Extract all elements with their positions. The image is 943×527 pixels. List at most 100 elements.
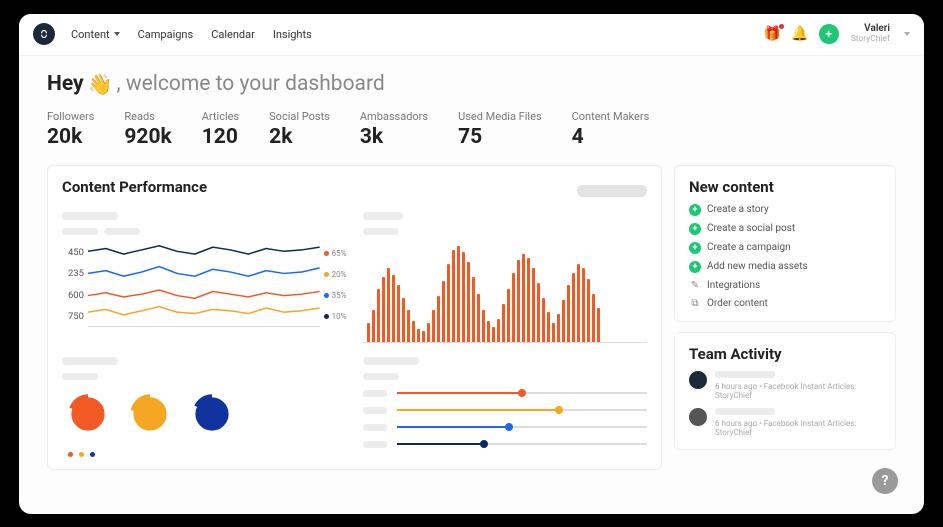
stat-label: Reads	[124, 110, 171, 123]
bar	[482, 310, 485, 341]
main-nav: Content Campaigns Calendar Insights	[71, 28, 312, 41]
legend-dot	[90, 452, 95, 457]
new-content-item[interactable]: ✎Integrations	[689, 280, 881, 291]
bar	[387, 268, 390, 341]
stat-value: 75	[458, 125, 542, 149]
filter-skeleton[interactable]	[577, 185, 647, 197]
stat-value: 920k	[124, 125, 171, 149]
donut	[62, 388, 114, 444]
bar	[372, 310, 375, 341]
wave-emoji: 👋	[88, 72, 113, 96]
stat-block: Content Makers4	[572, 110, 650, 149]
stats-row: Followers 20k Reads 920k Articles120 Social P…	[47, 110, 896, 149]
legend-item: 35%	[324, 291, 347, 300]
new-content-label: Integrations	[707, 280, 760, 291]
chevron-down-icon	[114, 32, 120, 36]
user-org: StoryChief	[851, 35, 890, 44]
bar	[547, 312, 550, 341]
notification-dot	[779, 24, 784, 29]
bar	[552, 323, 555, 342]
new-content-item[interactable]: + Create a campaign	[689, 242, 881, 254]
bar	[402, 298, 405, 342]
stat-value: 4	[572, 125, 650, 149]
bar	[397, 285, 400, 341]
bell-icon[interactable]: 🔔	[791, 26, 808, 42]
plus-icon: +	[689, 242, 701, 254]
nav-calendar[interactable]: Calendar	[211, 28, 255, 41]
activity-meta: 6 hours ago • Facebook Instant Articles:…	[715, 419, 881, 437]
y-tick: 235	[62, 268, 84, 279]
legend-item: 20%	[324, 270, 347, 279]
new-content-item[interactable]: +Add new media assets	[689, 261, 881, 273]
nav-insights[interactable]: Insights	[273, 28, 312, 41]
bar	[527, 258, 530, 341]
bar	[442, 281, 445, 342]
bar	[507, 289, 510, 341]
new-content-item[interactable]: ⧉Order content	[689, 298, 881, 309]
new-content-item[interactable]: +Create a story	[689, 204, 881, 216]
stat-block: Articles120	[202, 110, 239, 149]
stat-label: Social Posts	[269, 110, 330, 123]
slider[interactable]	[363, 441, 648, 448]
bar	[477, 294, 480, 342]
stat-block: Followers 20k	[47, 110, 94, 149]
card-title: Team Activity	[689, 345, 881, 363]
plus-icon: +	[689, 204, 701, 216]
page-title: Hey 👋 , welcome to your dashboard	[47, 72, 896, 96]
activity-text-skeleton	[715, 408, 775, 415]
nav-content[interactable]: Content	[71, 28, 120, 41]
new-content-card: New content +Create a story+Create a soc…	[674, 165, 896, 322]
team-activity-card: Team Activity 6 hours ago • Facebook Ins…	[674, 332, 896, 450]
bar	[492, 327, 495, 342]
new-content-label: Create a social post	[707, 223, 795, 234]
activity-item[interactable]: 6 hours ago • Facebook Instant Articles:…	[689, 371, 881, 400]
bar	[532, 268, 535, 341]
brand-logo[interactable]	[33, 23, 55, 45]
bar	[487, 321, 490, 342]
donut-legend-dots	[68, 452, 347, 457]
line-chart	[88, 243, 320, 327]
stat-label: Followers	[47, 110, 94, 123]
gift-icon[interactable]: 🎁	[764, 26, 781, 42]
help-button[interactable]: ?	[872, 468, 898, 494]
bar	[572, 273, 575, 342]
bar	[412, 321, 415, 342]
slider[interactable]	[363, 407, 648, 414]
activity-text-skeleton	[715, 371, 775, 378]
new-content-label: Add new media assets	[707, 261, 808, 272]
activity-meta: 6 hours ago • Facebook Instant Articles:…	[715, 382, 881, 400]
bar	[497, 319, 500, 342]
slider-label	[363, 390, 387, 397]
legend-item: 10%	[324, 312, 347, 321]
card-title: Content Performance	[62, 178, 207, 196]
bar	[382, 277, 385, 342]
slider[interactable]	[363, 424, 648, 431]
stat-value: 3k	[360, 125, 428, 149]
content-performance-card: Content Performance 450235600750 65%20%3…	[47, 165, 662, 470]
line-legend: 65%20%35%10%	[324, 243, 347, 327]
bar	[537, 283, 540, 341]
bar	[457, 246, 460, 342]
stat-value: 120	[202, 125, 239, 149]
nav-campaigns[interactable]: Campaigns	[138, 28, 194, 41]
donut	[186, 388, 238, 444]
y-tick: 450	[62, 247, 84, 258]
new-content-label: Order content	[707, 298, 768, 309]
bar	[427, 323, 430, 342]
bar	[582, 268, 585, 341]
bar	[472, 277, 475, 342]
new-content-item[interactable]: +Create a social post	[689, 223, 881, 235]
add-button[interactable]: +	[819, 24, 839, 44]
bar	[562, 300, 565, 342]
new-content-label: Create a campaign	[707, 242, 791, 253]
bar	[557, 314, 560, 341]
bar	[422, 331, 425, 341]
stat-block: Used Media Files75	[458, 110, 542, 149]
slider[interactable]	[363, 390, 648, 397]
topbar: Content Campaigns Calendar Insights 🎁 🔔 …	[19, 14, 924, 56]
user-menu[interactable]: Valeri StoryChief	[851, 24, 890, 43]
activity-item[interactable]: 6 hours ago • Facebook Instant Articles:…	[689, 408, 881, 437]
avatar	[689, 371, 707, 389]
stat-value: 20k	[47, 125, 94, 149]
bar	[377, 289, 380, 341]
